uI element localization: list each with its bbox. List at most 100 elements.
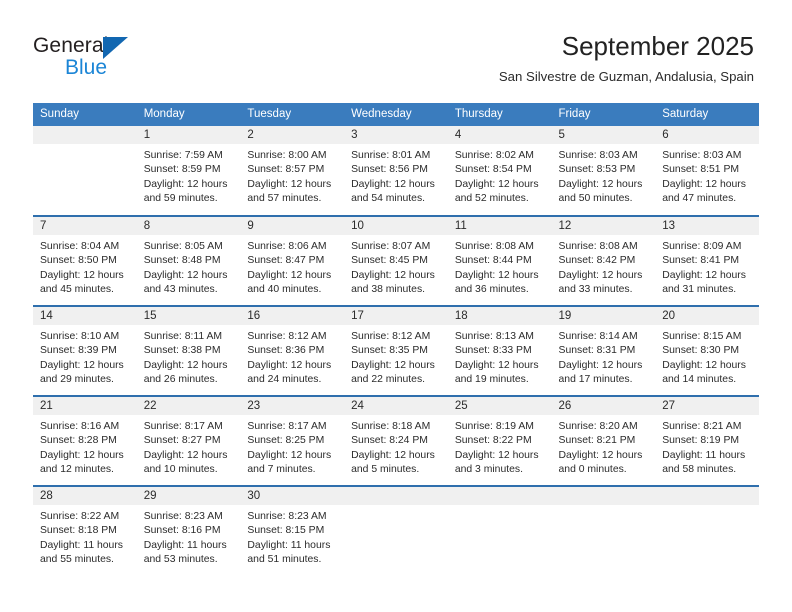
sunrise-time: Sunrise: 8:06 AM [247,241,327,252]
calendar-day-cell[interactable]: 6 Sunrise: 8:03 AM Sunset: 8:51 PM Daylight… [655,126,759,216]
calendar-day-cell[interactable]: 14 Sunrise: 8:10 AM Sunset: 8:39 PM Dayligh… [33,305,137,396]
day-details: Sunrise: 8:15 AM Sunset: 8:30 PM Daylight:… [655,325,759,388]
daylight-duration-line1: Daylight: 12 hours [247,359,332,371]
calendar-day-cell[interactable]: 1 Sunrise: 7:59 AM Sunset: 8:59 PM Daylight… [136,126,241,216]
calendar-day-cell-empty [551,485,656,576]
calendar-day-cell[interactable]: 28 Sunrise: 8:22 AM Sunset: 8:18 PM Dayligh… [33,485,137,576]
calendar-day-cell[interactable]: 4 Sunrise: 8:02 AM Sunset: 8:54 PM Daylight… [447,126,552,216]
daylight-duration-line2: and 38 minutes. [351,284,426,296]
day-details: Sunrise: 8:22 AM Sunset: 8:18 PM Daylight:… [33,505,137,568]
sunset-time: Sunset: 8:36 PM [247,345,325,357]
calendar-day-cell[interactable]: 18 Sunrise: 8:13 AM Sunset: 8:33 PM Dayligh… [447,305,552,396]
day-details: Sunrise: 8:07 AM Sunset: 8:45 PM Daylight:… [344,235,448,298]
daylight-duration-line1: Daylight: 12 hours [247,449,332,461]
daylight-duration-line2: and 12 minutes. [40,464,114,476]
day-number: 13 [655,217,759,235]
day-details: Sunrise: 8:08 AM Sunset: 8:42 PM Daylight:… [552,235,656,298]
day-details: Sunrise: 8:02 AM Sunset: 8:54 PM Daylight:… [448,144,552,207]
day-number [33,126,137,144]
day-number: 4 [447,126,552,144]
calendar-day-cell[interactable]: 7 Sunrise: 8:04 AM Sunset: 8:50 PM Daylight… [33,215,137,306]
calendar-day-cell[interactable]: 3 Sunrise: 8:01 AM Sunset: 8:56 PM Daylight… [344,126,448,216]
general-blue-logo[interactable]: General Blue [33,34,213,84]
calendar-day-cell[interactable]: 9 Sunrise: 8:06 AM Sunset: 8:47 PM Daylight… [240,215,345,306]
daylight-duration-line1: Daylight: 11 hours [247,539,331,551]
day-details: Sunrise: 8:11 AM Sunset: 8:38 PM Daylight:… [137,325,241,388]
daylight-duration-line1: Daylight: 12 hours [558,359,643,371]
day-number: 8 [136,217,241,235]
daylight-duration-line2: and 5 minutes. [351,464,420,476]
sunset-time: Sunset: 8:57 PM [247,164,325,176]
daylight-duration-line1: Daylight: 12 hours [662,269,746,281]
calendar-day-cell[interactable]: 13 Sunrise: 8:09 AM Sunset: 8:41 PM Dayligh… [655,215,759,306]
calendar-day-cell[interactable]: 24 Sunrise: 8:18 AM Sunset: 8:24 PM Dayligh… [344,395,448,486]
location-subtitle: San Silvestre de Guzman, Andalusia, Spai… [498,69,754,84]
day-number: 15 [136,307,241,325]
daylight-duration-line2: and 47 minutes. [662,193,737,205]
sunrise-time: Sunrise: 8:21 AM [662,421,742,432]
calendar-day-cell[interactable]: 16 Sunrise: 8:12 AM Sunset: 8:36 PM Dayligh… [240,305,345,396]
calendar-day-cell[interactable]: 17 Sunrise: 8:12 AM Sunset: 8:35 PM Dayligh… [344,305,448,396]
calendar-day-cell[interactable]: 23 Sunrise: 8:17 AM Sunset: 8:25 PM Dayligh… [240,395,345,486]
day-number [447,487,552,505]
day-number: 16 [240,307,345,325]
daylight-duration-line2: and 52 minutes. [454,193,529,205]
calendar-day-cell[interactable]: 25 Sunrise: 8:19 AM Sunset: 8:22 PM Dayligh… [447,395,552,486]
daylight-duration-line2: and 45 minutes. [40,284,114,296]
day-details: Sunrise: 8:23 AM Sunset: 8:16 PM Daylight:… [137,505,241,568]
calendar-day-cell[interactable]: 2 Sunrise: 8:00 AM Sunset: 8:57 PM Daylight… [240,126,345,216]
calendar-week-row: 1 Sunrise: 7:59 AM Sunset: 8:59 PM Daylight… [33,126,759,216]
day-number: 24 [344,397,448,415]
day-number: 22 [136,397,241,415]
day-details: Sunrise: 8:14 AM Sunset: 8:31 PM Daylight:… [552,325,656,388]
calendar-day-cell[interactable]: 8 Sunrise: 8:05 AM Sunset: 8:48 PM Daylight… [136,215,241,306]
day-number: 11 [447,217,552,235]
daylight-duration-line1: Daylight: 12 hours [247,269,332,281]
daylight-duration-line1: Daylight: 11 hours [143,539,227,551]
calendar-day-cell[interactable]: 21 Sunrise: 8:16 AM Sunset: 8:28 PM Dayligh… [33,395,137,486]
daylight-duration-line1: Daylight: 12 hours [40,449,124,461]
sunrise-time: Sunrise: 8:09 AM [662,241,742,252]
day-number: 30 [240,487,345,505]
day-details: Sunrise: 8:05 AM Sunset: 8:48 PM Daylight:… [137,235,241,298]
sunrise-time: Sunrise: 8:17 AM [247,421,327,432]
sunrise-time: Sunrise: 8:23 AM [247,511,327,522]
sunrise-time: Sunrise: 8:23 AM [143,511,223,522]
calendar-day-cell[interactable]: 20 Sunrise: 8:15 AM Sunset: 8:30 PM Dayligh… [655,305,759,396]
calendar-day-cell[interactable]: 22 Sunrise: 8:17 AM Sunset: 8:27 PM Dayligh… [136,395,241,486]
sunrise-time: Sunrise: 8:12 AM [247,331,327,342]
sunset-time: Sunset: 8:24 PM [351,435,428,447]
calendar-day-cell[interactable]: 30 Sunrise: 8:23 AM Sunset: 8:15 PM Dayligh… [240,485,345,576]
daylight-duration-line1: Daylight: 12 hours [351,359,435,371]
sunrise-time: Sunrise: 8:16 AM [40,421,120,432]
sunset-time: Sunset: 8:50 PM [40,255,117,267]
calendar-day-cell[interactable]: 11 Sunrise: 8:08 AM Sunset: 8:44 PM Dayligh… [447,215,552,306]
sunrise-time: Sunrise: 8:19 AM [454,421,534,432]
weekday-header-friday: Friday [551,103,656,126]
calendar-day-cell-empty [655,485,759,576]
sunset-time: Sunset: 8:28 PM [40,435,117,447]
daylight-duration-line2: and 10 minutes. [143,464,218,476]
day-number: 5 [551,126,656,144]
daylight-duration-line2: and 43 minutes. [143,284,218,296]
sunset-time: Sunset: 8:16 PM [143,525,221,537]
daylight-duration-line2: and 31 minutes. [662,284,737,296]
sunrise-time: Sunrise: 8:02 AM [454,150,534,161]
calendar-day-cell[interactable]: 12 Sunrise: 8:08 AM Sunset: 8:42 PM Dayligh… [551,215,656,306]
day-number [344,487,448,505]
calendar-day-cell[interactable]: 19 Sunrise: 8:14 AM Sunset: 8:31 PM Dayligh… [551,305,656,396]
calendar-day-cell[interactable]: 5 Sunrise: 8:03 AM Sunset: 8:53 PM Daylight… [551,126,656,216]
day-number: 10 [344,217,448,235]
day-number: 14 [33,307,137,325]
daylight-duration-line2: and 22 minutes. [351,374,426,386]
calendar-day-cell[interactable]: 15 Sunrise: 8:11 AM Sunset: 8:38 PM Dayligh… [136,305,241,396]
calendar-day-cell[interactable]: 27 Sunrise: 8:21 AM Sunset: 8:19 PM Dayligh… [655,395,759,486]
sunset-time: Sunset: 8:51 PM [662,164,740,176]
sunrise-time: Sunrise: 8:15 AM [662,331,742,342]
calendar-day-cell[interactable]: 10 Sunrise: 8:07 AM Sunset: 8:45 PM Dayligh… [344,215,448,306]
calendar-day-cell[interactable]: 26 Sunrise: 8:20 AM Sunset: 8:21 PM Dayligh… [551,395,656,486]
sunset-time: Sunset: 8:27 PM [143,435,221,447]
day-details: Sunrise: 8:18 AM Sunset: 8:24 PM Daylight:… [344,415,448,478]
calendar-day-cell[interactable]: 29 Sunrise: 8:23 AM Sunset: 8:16 PM Dayligh… [136,485,241,576]
sunrise-time: Sunrise: 8:07 AM [351,241,431,252]
